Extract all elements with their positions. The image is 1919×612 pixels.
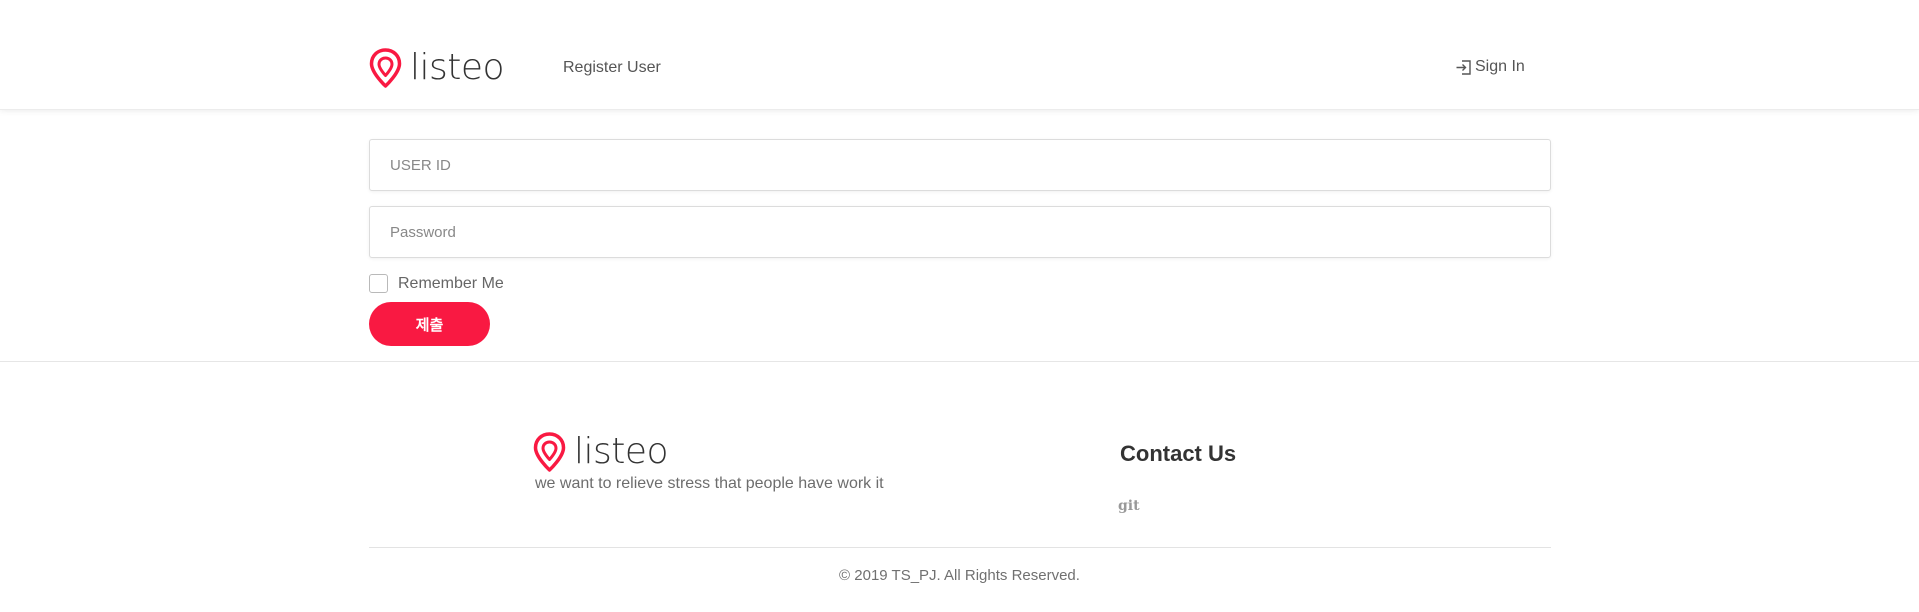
- logo-text: listeo: [410, 47, 505, 88]
- sign-in-label: Sign In: [1475, 58, 1525, 75]
- sign-in-icon: [1456, 59, 1471, 75]
- map-pin-icon: [369, 48, 402, 88]
- remember-me-label: Remember Me: [398, 274, 504, 292]
- section-divider: [0, 361, 1919, 362]
- submit-button[interactable]: 제출: [369, 302, 490, 346]
- sign-in-link[interactable]: Sign In: [1455, 58, 1525, 76]
- checkbox-box[interactable]: [369, 274, 388, 293]
- remember-me-checkbox[interactable]: Remember Me: [369, 274, 504, 293]
- footer-divider: [369, 547, 1551, 548]
- password-input[interactable]: [369, 206, 1551, 258]
- header-logo[interactable]: listeo: [369, 47, 505, 88]
- footer-tagline: we want to relieve stress that people ha…: [535, 475, 884, 492]
- git-link[interactable]: git: [1118, 498, 1140, 514]
- contact-us-heading: Contact Us: [1120, 441, 1237, 466]
- nav-register-user-link[interactable]: Register User: [563, 59, 661, 77]
- footer-logo-text: listeo: [574, 431, 669, 472]
- footer-logo: listeo: [533, 431, 669, 472]
- map-pin-icon: [533, 432, 566, 472]
- user-id-input[interactable]: [369, 139, 1551, 191]
- copyright-text: © 2019 TS_PJ. All Rights Reserved.: [839, 567, 1080, 584]
- site-header: listeo Register User Sign In: [0, 0, 1919, 110]
